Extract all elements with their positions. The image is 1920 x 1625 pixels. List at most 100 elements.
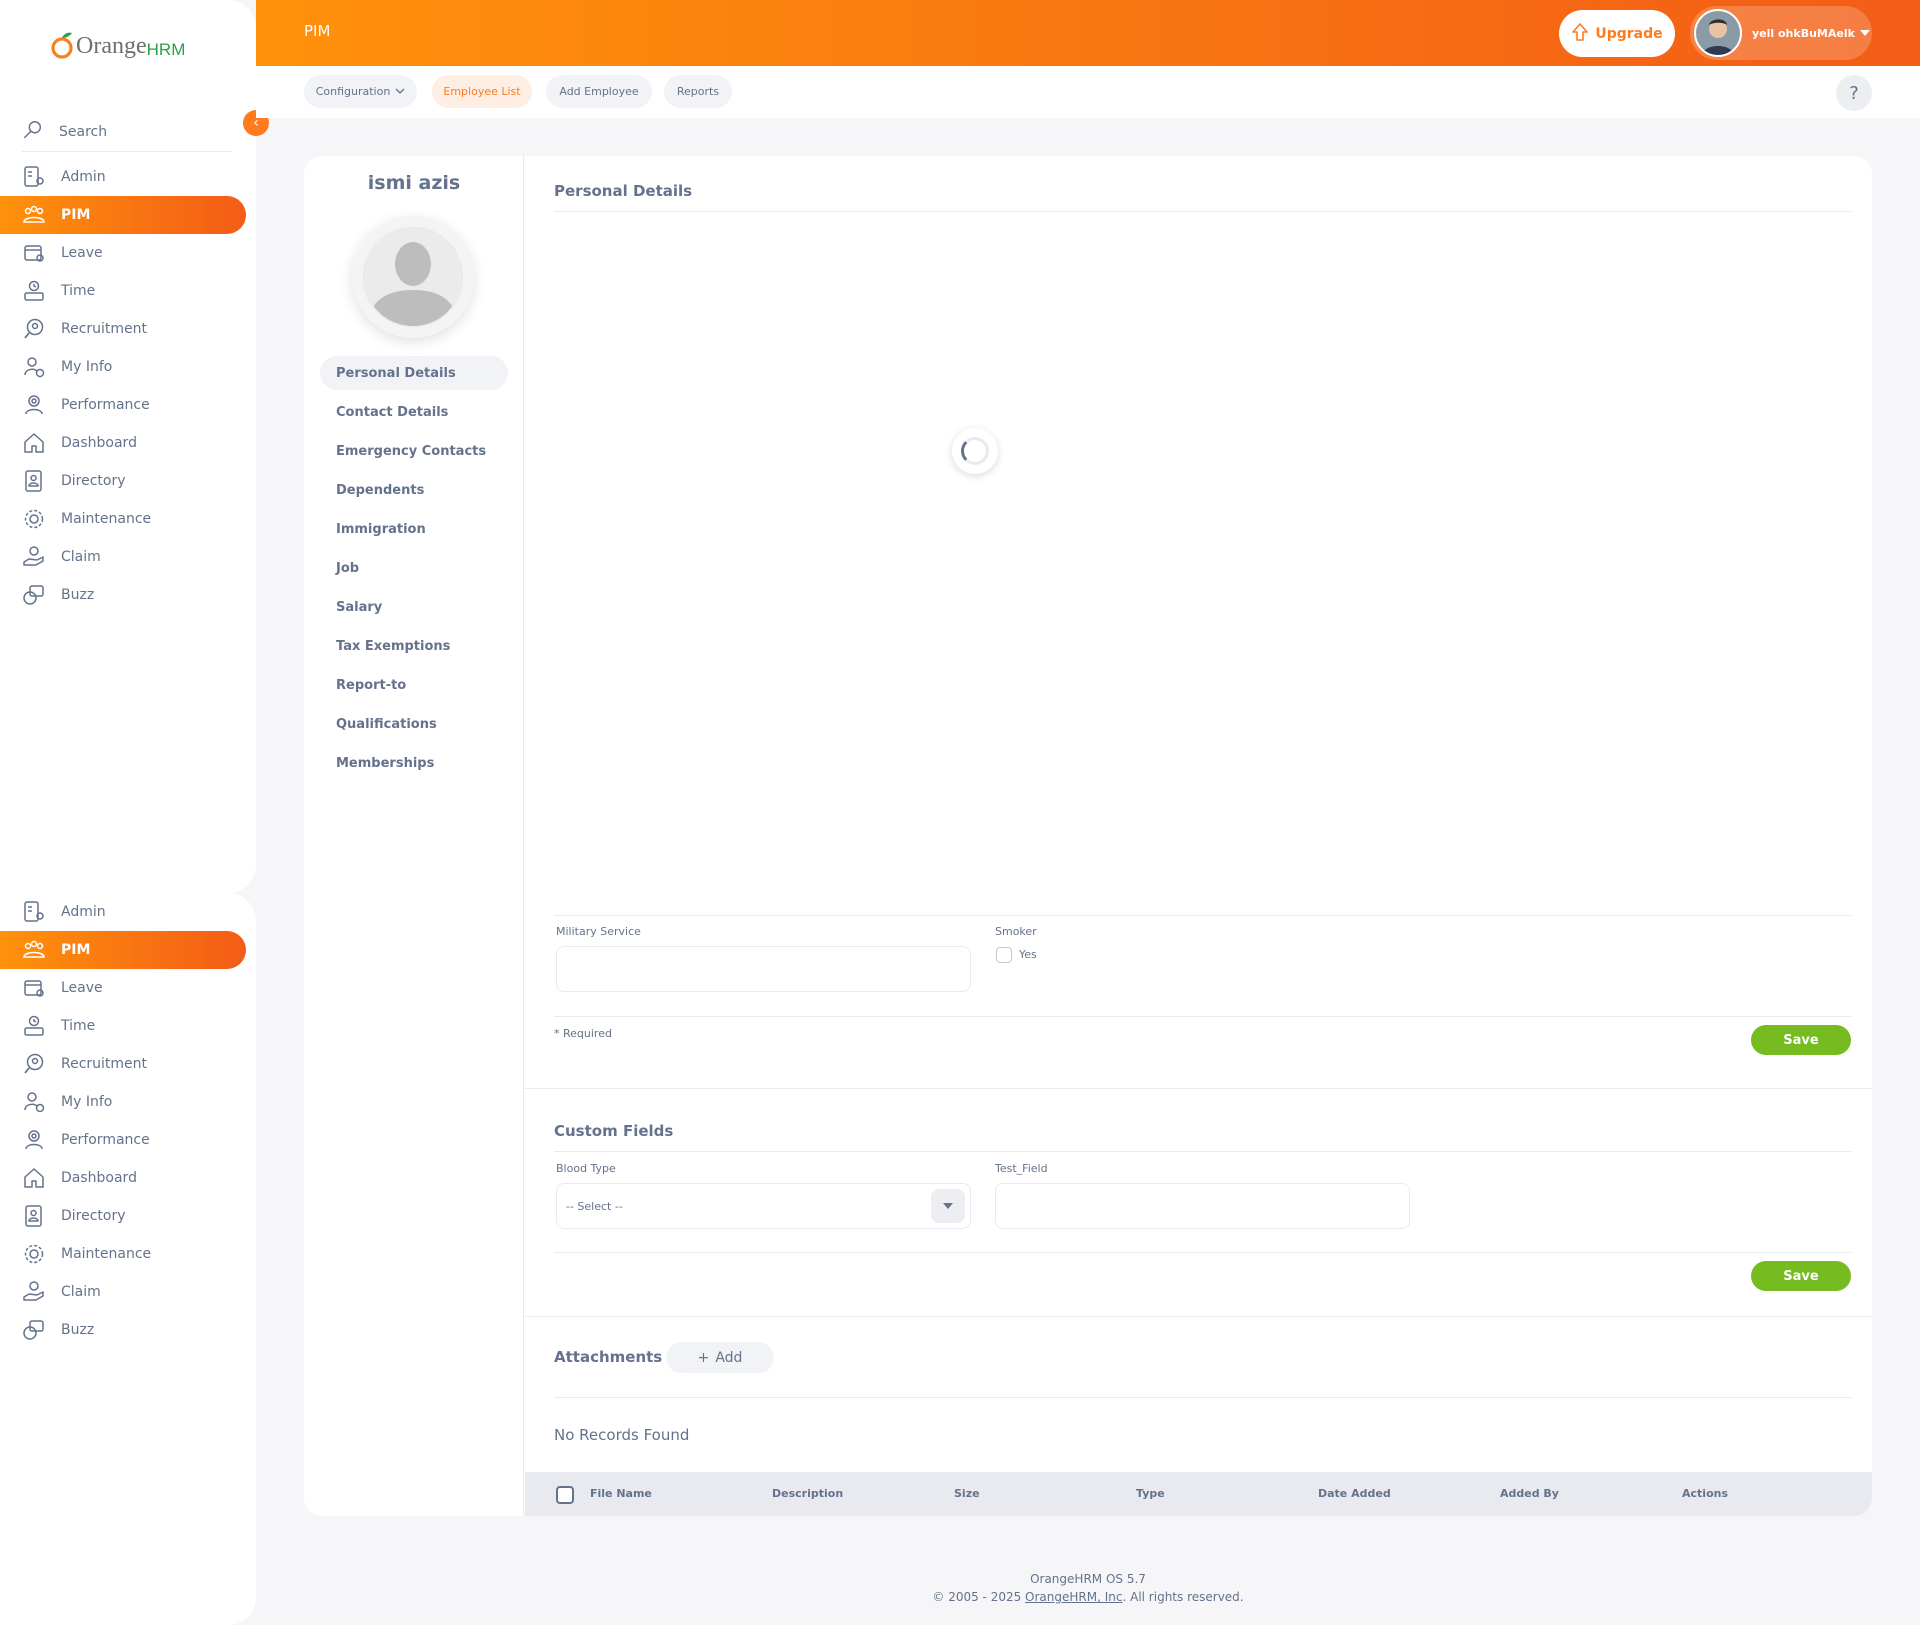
column-header[interactable]: Added By bbox=[1500, 1487, 1559, 1500]
sidebar-item-maintenance[interactable]: Maintenance bbox=[0, 500, 246, 538]
user-dropdown[interactable]: yell ohkBuMAelk bbox=[1690, 6, 1872, 60]
sidebar-item-label: Claim bbox=[61, 549, 101, 565]
time-icon bbox=[22, 279, 46, 303]
help-button[interactable]: ? bbox=[1836, 75, 1872, 111]
sidebar-item-label: Performance bbox=[61, 1132, 150, 1148]
sidebar-item-leave[interactable]: Leave bbox=[0, 969, 246, 1007]
sidebar-item-buzz[interactable]: Buzz bbox=[0, 1311, 246, 1349]
column-header[interactable]: File Name bbox=[590, 1487, 652, 1500]
employee-tab-emergency-contacts[interactable]: Emergency Contacts bbox=[320, 434, 508, 468]
column-header[interactable]: Size bbox=[954, 1487, 980, 1500]
sidebar-item-my-info[interactable]: My Info bbox=[0, 348, 246, 386]
sidebar-item-label: Time bbox=[61, 283, 96, 299]
sidebar-item-leave[interactable]: Leave bbox=[0, 234, 246, 272]
buzz-icon bbox=[22, 1318, 46, 1342]
my-info-icon bbox=[22, 1090, 46, 1114]
user-name: yell ohkBuMAelk bbox=[1752, 26, 1855, 40]
employee-tab-report-to[interactable]: Report-to bbox=[320, 668, 508, 702]
sidebar-item-label: Time bbox=[61, 1018, 96, 1034]
sidebar-item-pim[interactable]: PIM bbox=[0, 196, 246, 234]
employee-tab-dependents[interactable]: Dependents bbox=[320, 473, 508, 507]
sidebar-item-recruitment[interactable]: Recruitment bbox=[0, 310, 246, 348]
employee-tab-tax-exemptions[interactable]: Tax Exemptions bbox=[320, 629, 508, 663]
employee-tab-job[interactable]: Job bbox=[320, 551, 508, 585]
sidebar-item-my-info[interactable]: My Info bbox=[0, 1083, 246, 1121]
help-icon: ? bbox=[1849, 82, 1859, 104]
employee-tab-immigration[interactable]: Immigration bbox=[320, 512, 508, 546]
sidebar-item-directory[interactable]: Directory bbox=[0, 1197, 246, 1235]
sidebar-item-buzz[interactable]: Buzz bbox=[0, 576, 246, 614]
sidebar-item-label: Leave bbox=[61, 980, 103, 996]
sidebar-item-directory[interactable]: Directory bbox=[0, 462, 246, 500]
dashboard-icon bbox=[22, 1166, 46, 1190]
test-field-input[interactable] bbox=[995, 1183, 1410, 1229]
performance-icon bbox=[22, 1128, 46, 1152]
sidebar-item-claim[interactable]: Claim bbox=[0, 1273, 246, 1311]
save-custom-fields-button[interactable]: Save bbox=[1751, 1261, 1851, 1291]
orangehrm-link[interactable]: OrangeHRM, Inc bbox=[1025, 1590, 1122, 1604]
blood-type-select[interactable]: -- Select -- bbox=[556, 1183, 971, 1229]
upgrade-button[interactable]: Upgrade bbox=[1559, 10, 1675, 57]
smoker-option-label: Yes bbox=[1019, 948, 1037, 961]
logo-hrm: HRM bbox=[146, 40, 186, 59]
employee-photo[interactable] bbox=[352, 216, 474, 338]
sidebar-item-admin[interactable]: Admin bbox=[0, 158, 246, 196]
column-header[interactable]: Date Added bbox=[1318, 1487, 1391, 1500]
divider bbox=[554, 1252, 1851, 1253]
attachments-table-header: File Name Description Size Type Date Add… bbox=[525, 1472, 1872, 1516]
sidebar-item-maintenance[interactable]: Maintenance bbox=[0, 1235, 246, 1273]
employee-tab-qualifications[interactable]: Qualifications bbox=[320, 707, 508, 741]
module-title: PIM bbox=[304, 22, 331, 40]
time-icon bbox=[22, 1014, 46, 1038]
copyright-suffix: . All rights reserved. bbox=[1122, 1590, 1244, 1604]
sidebar-item-label: Maintenance bbox=[61, 511, 152, 527]
sidebar-item-label: My Info bbox=[61, 1094, 113, 1110]
directory-icon bbox=[22, 469, 46, 493]
sidebar-item-claim[interactable]: Claim bbox=[0, 538, 246, 576]
divider bbox=[554, 1016, 1851, 1017]
column-header[interactable]: Description bbox=[772, 1487, 843, 1500]
tab-add-employee[interactable]: Add Employee bbox=[546, 75, 652, 108]
search-label: Search bbox=[59, 123, 108, 140]
sidebar-item-recruitment[interactable]: Recruitment bbox=[0, 1045, 246, 1083]
employee-tab-contact-details[interactable]: Contact Details bbox=[320, 395, 508, 429]
chevron-down-icon bbox=[395, 88, 405, 94]
sidebar-item-time[interactable]: Time bbox=[0, 272, 246, 310]
sidebar-item-label: Directory bbox=[61, 473, 126, 489]
copyright-prefix: © 2005 - 2025 bbox=[932, 1590, 1026, 1604]
claim-icon bbox=[22, 545, 46, 569]
sidebar-item-dashboard[interactable]: Dashboard bbox=[0, 1159, 246, 1197]
sidebar-item-pim[interactable]: PIM bbox=[0, 931, 246, 969]
sidebar-item-label: Performance bbox=[61, 397, 150, 413]
sidebar-item-dashboard[interactable]: Dashboard bbox=[0, 424, 246, 462]
sidebar-search[interactable]: Search bbox=[22, 112, 232, 152]
orangehrm-logo[interactable]: Orange HRM bbox=[50, 30, 185, 60]
sidebar-item-admin[interactable]: Admin bbox=[0, 893, 246, 931]
military-service-input[interactable] bbox=[556, 946, 971, 992]
smoker-checkbox[interactable] bbox=[996, 947, 1012, 963]
tab-add-employee-label: Add Employee bbox=[559, 85, 639, 98]
sidebar-item-performance[interactable]: Performance bbox=[0, 1121, 246, 1159]
blood-type-value: -- Select -- bbox=[566, 1199, 623, 1213]
employee-tab-memberships[interactable]: Memberships bbox=[320, 746, 508, 780]
military-service-label: Military Service bbox=[556, 925, 641, 938]
sidebar-item-label: Leave bbox=[61, 245, 103, 261]
sidebar-item-time[interactable]: Time bbox=[0, 1007, 246, 1045]
add-attachment-button[interactable]: + Add bbox=[666, 1342, 774, 1373]
tab-configuration[interactable]: Configuration bbox=[304, 75, 417, 108]
tab-reports[interactable]: Reports bbox=[664, 75, 732, 108]
dropdown-arrow[interactable] bbox=[931, 1189, 965, 1223]
maintenance-icon bbox=[22, 507, 46, 531]
column-header[interactable]: Type bbox=[1136, 1487, 1165, 1500]
employee-name: ismi azis bbox=[367, 172, 461, 194]
employee-tab-salary[interactable]: Salary bbox=[320, 590, 508, 624]
leave-icon bbox=[22, 976, 46, 1000]
default-user-icon bbox=[363, 227, 463, 327]
employee-tab-personal-details[interactable]: Personal Details bbox=[320, 356, 508, 390]
caret-down-icon bbox=[943, 1203, 953, 1209]
search-icon bbox=[22, 119, 44, 145]
save-personal-details-button[interactable]: Save bbox=[1751, 1025, 1851, 1055]
select-all-checkbox[interactable] bbox=[556, 1486, 574, 1504]
sidebar-item-performance[interactable]: Performance bbox=[0, 386, 246, 424]
tab-employee-list[interactable]: Employee List bbox=[432, 75, 532, 108]
